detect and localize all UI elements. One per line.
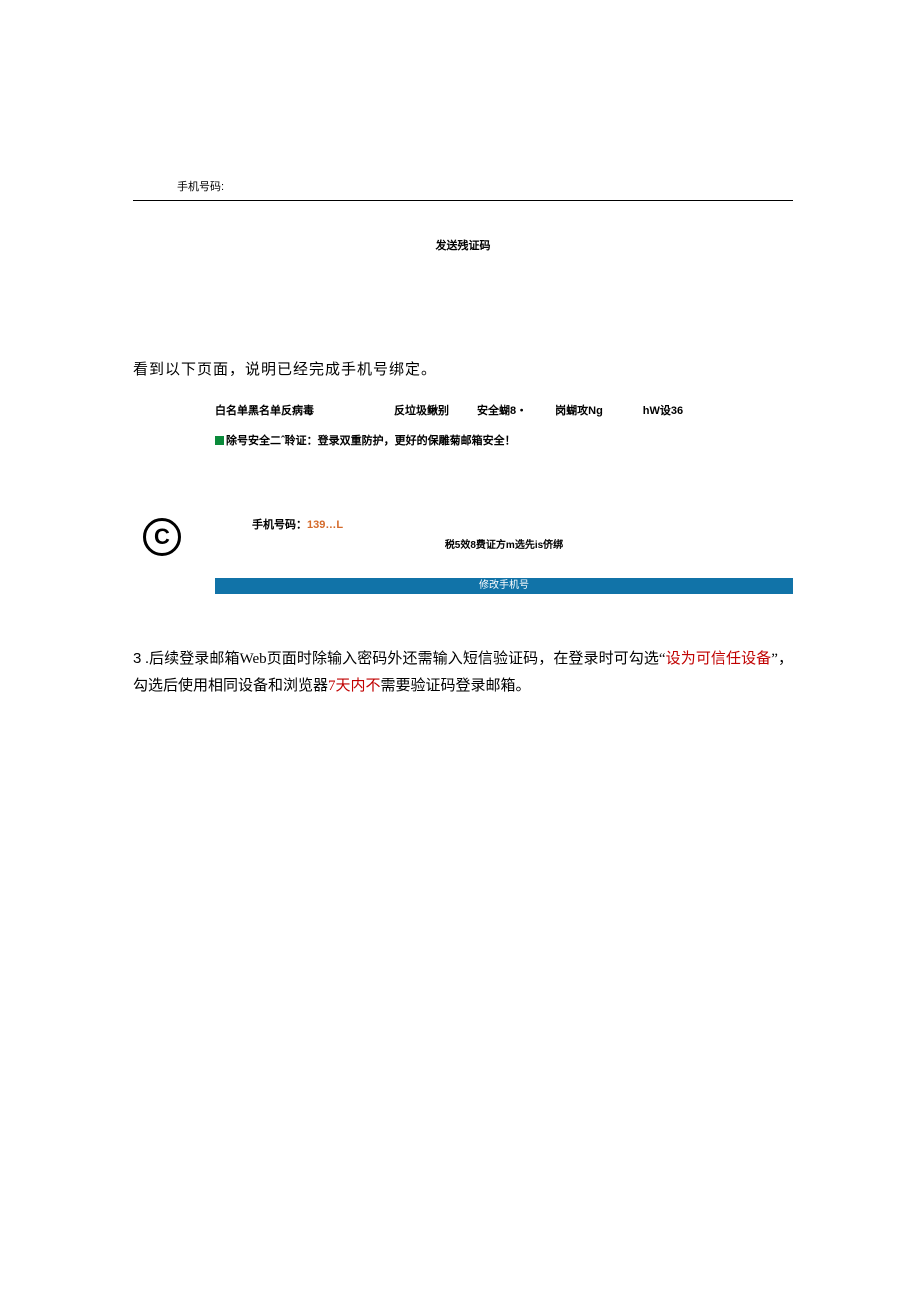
seven-days-text: 7天内不 [328,678,381,694]
change-phone-button[interactable]: 修改手机号 [215,578,793,594]
tab-antispam[interactable]: 反垃圾鳅别 [394,402,449,418]
tab-attack[interactable]: 岗蝴攻Ng [555,402,603,418]
bound-phone-label: 手机号码： [252,519,307,531]
verify-note: 税5效8费证方m选先is侪绑 [215,536,793,551]
phone-label: 手机号码: [133,178,793,200]
send-code-button[interactable]: 发送残证码 [133,237,793,253]
copyright-icon: C [143,518,181,556]
tab-row: 白名单黑名单反病毒 反垃圾鳅别 安全蝴8・ 岗蝴攻Ng hW设36 [215,398,793,418]
trusted-device-text: 设为可信任设备 [666,651,772,667]
settings-panel: 白名单黑名单反病毒 反垃圾鳅别 安全蝴8・ 岗蝴攻Ng hW设36 除号安全二ˆ… [215,398,793,448]
tab-whitelist[interactable]: 白名单黑名单反病毒 [215,402,314,418]
green-square-icon [215,436,224,445]
phone-input-section: 手机号码: 发送残证码 [133,178,793,253]
tab-security[interactable]: 安全蝴8・ [477,402,527,418]
tab-device[interactable]: hW设36 [643,402,683,418]
security-tip: 除号安全二ˆ聆证：登录双重防护，更好的保雕菊邮箱安全！ [215,432,793,448]
bound-phone-number: 139…L [307,519,343,531]
security-tip-text: 除号安全二ˆ聆证：登录双重防护，更好的保雕菊邮箱安全！ [226,432,516,448]
paragraph-bound-complete: 看到以下页面，说明已经完成手机号绑定。 [133,358,437,379]
bound-phone-display: 手机号码：139…L [252,516,343,532]
paragraph-step-3: 3 .后续登录邮箱Web页面时除输入密码外还需输入短信验证码，在登录时可勾选“设… [133,645,793,700]
divider [133,200,793,201]
